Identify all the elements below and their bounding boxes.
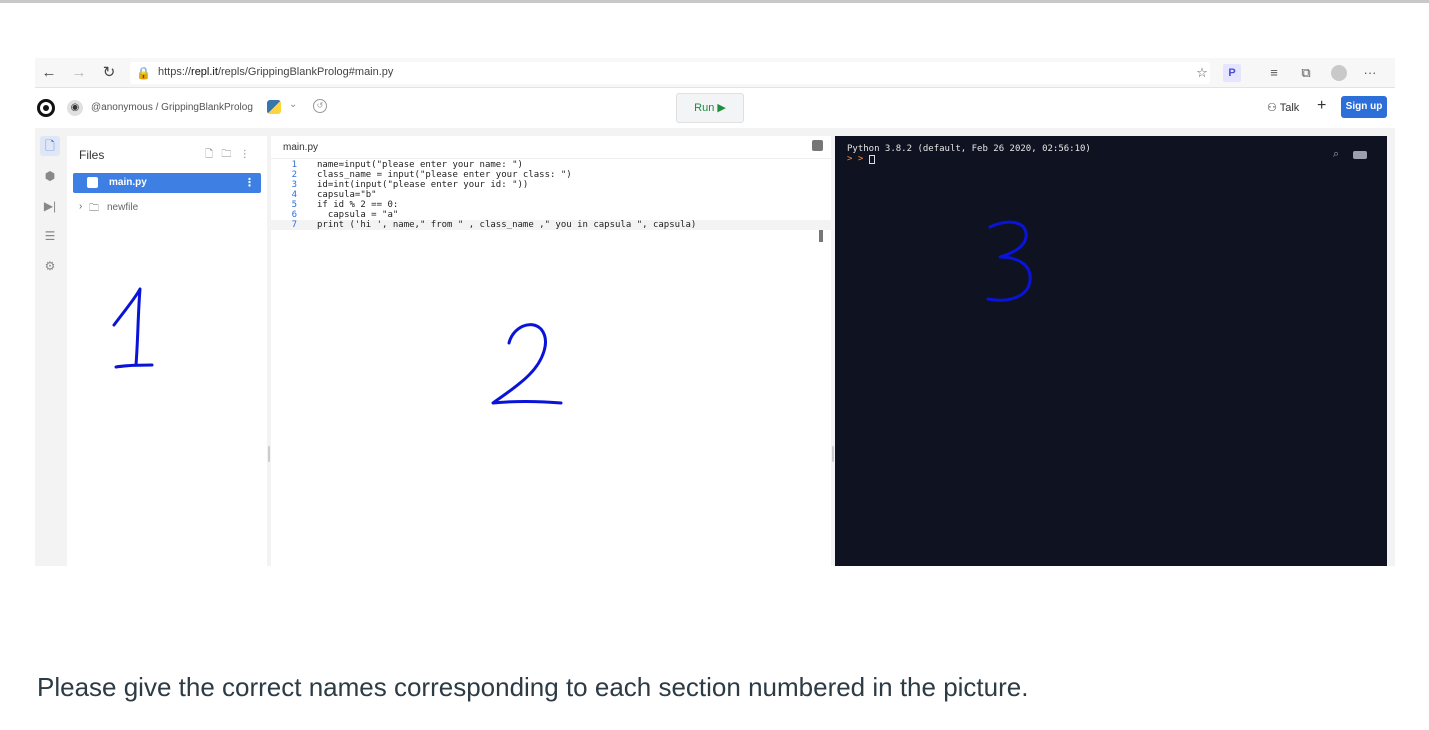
annotation-text-1: 1 — [100, 285, 101, 286]
chevron-down-icon[interactable]: ⌄ — [289, 99, 297, 110]
code-area[interactable]: 1 name=input("please enter your name: ") … — [271, 160, 831, 230]
file-item-main-py[interactable]: main.py ⋮ — [73, 173, 261, 193]
folder-name: newfile — [107, 202, 139, 213]
profile-badge-icon[interactable]: P — [1223, 64, 1241, 82]
files-actions: 🗋 🗀 ⋮ — [205, 147, 250, 164]
collections-icon[interactable]: ⧉ — [1297, 64, 1315, 82]
console-cursor[interactable] — [869, 155, 875, 164]
repl-screenshot: ← → ↻ 🔒 https://repl.it/repls/GrippingBl… — [35, 58, 1395, 566]
code-line[interactable]: 2 class_name = input("please enter your c… — [271, 170, 831, 180]
code-line[interactable]: 4 capsula="b" — [271, 190, 831, 200]
add-folder-icon[interactable]: 🗀 — [221, 149, 231, 160]
folder-icon: 🗀 — [89, 203, 99, 214]
code-line[interactable]: 3 id=int(input("please enter your id: ")) — [271, 180, 831, 190]
browser-profile-avatar[interactable] — [1331, 65, 1347, 81]
talk-button[interactable]: ⚇ Talk — [1267, 101, 1299, 114]
replit-logo-icon[interactable] — [37, 99, 55, 117]
files-panel: Files 🗋 🗀 ⋮ main.py ⋮ › 🗀 newfile — [67, 136, 267, 566]
people-icon: ⚇ — [1267, 102, 1280, 114]
sidebar-rail: 🗋 ⬢ ▶| ☰ ⚙ — [35, 128, 65, 566]
back-icon[interactable]: ← — [39, 63, 59, 83]
minimize-panel-icon[interactable] — [812, 140, 823, 151]
handwritten-number-1: 1 — [100, 285, 154, 369]
annotation-text-3: 3 — [980, 215, 981, 216]
files-editor-resize-handle[interactable] — [268, 446, 270, 462]
files-title: Files — [79, 148, 105, 162]
files-icon[interactable]: 🗋 — [40, 136, 60, 156]
file-menu-icon[interactable]: ⋮ — [244, 176, 255, 189]
console-prompt: > > — [847, 154, 864, 164]
repl-path[interactable]: @anonymous / GrippingBlankProlog — [91, 102, 253, 113]
reload-icon[interactable]: ↻ — [99, 63, 119, 83]
line-number: 4 — [291, 190, 297, 200]
code-text[interactable]: capsula="b" — [317, 190, 377, 200]
packages-icon[interactable]: ⬢ — [40, 166, 60, 186]
files-menu-icon[interactable]: ⋮ — [240, 149, 250, 160]
editor-scrollbar[interactable] — [819, 230, 823, 242]
console-panel[interactable]: Python 3.8.2 (default, Feb 26 2020, 02:5… — [835, 136, 1387, 566]
line-number: 1 — [291, 160, 297, 170]
code-text[interactable]: class_name = input("please enter your cl… — [317, 170, 572, 180]
handwritten-number-3: 3 — [980, 215, 1032, 302]
line-number: 3 — [291, 180, 297, 190]
repl-header: ◉ @anonymous / GrippingBlankProlog ⌄ ↺ R… — [35, 88, 1395, 128]
annotation-text-2: 2 — [485, 315, 486, 316]
file-name: main.py — [109, 177, 147, 188]
favorite-star-icon[interactable]: ☆ — [1193, 64, 1211, 82]
code-text[interactable]: print ('hi ', name," from " , class_name… — [317, 220, 696, 230]
run-button[interactable]: Run ▶ — [676, 93, 744, 123]
new-repl-button[interactable]: + — [1317, 97, 1326, 115]
user-avatar[interactable]: ◉ — [67, 100, 83, 116]
code-text[interactable]: if id % 2 == 0: — [317, 200, 398, 210]
code-line[interactable]: 6 capsula = "a" — [271, 210, 831, 220]
line-number: 5 — [291, 200, 297, 210]
code-text[interactable]: id=int(input("please enter your id: ")) — [317, 180, 528, 190]
python-language-icon — [267, 100, 281, 114]
workspace: 🗋 ⬢ ▶| ☰ ⚙ Files 🗋 🗀 ⋮ main.py ⋮ › 🗀 new… — [35, 128, 1395, 566]
line-number: 7 — [291, 220, 297, 230]
database-icon[interactable]: ☰ — [40, 226, 60, 246]
browser-toolbar: ← → ↻ 🔒 https://repl.it/repls/GrippingBl… — [35, 58, 1395, 88]
tab-main-py[interactable]: main.py — [277, 140, 325, 158]
forward-icon[interactable]: → — [69, 63, 89, 83]
code-line[interactable]: 1 name=input("please enter your name: ") — [271, 160, 831, 170]
search-icon[interactable]: ⌕ — [1333, 148, 1339, 161]
code-text[interactable]: capsula = "a" — [317, 210, 398, 220]
question-text: Please give the correct names correspond… — [37, 672, 1029, 702]
settings-gear-icon[interactable]: ⚙ — [40, 256, 60, 276]
history-icon[interactable]: ↺ — [313, 99, 327, 113]
url-text[interactable]: https://repl.it/repls/GrippingBlankProlo… — [158, 66, 393, 78]
lock-icon: 🔒 — [136, 66, 151, 80]
address-bar[interactable]: 🔒 https://repl.it/repls/GrippingBlankPro… — [130, 62, 1210, 84]
line-number: 6 — [291, 210, 297, 220]
code-line[interactable]: 5 if id % 2 == 0: — [271, 200, 831, 210]
signup-button[interactable]: Sign up — [1341, 96, 1387, 118]
handwritten-number-2: 2 — [485, 315, 563, 405]
favorites-list-icon[interactable]: ≡ — [1265, 64, 1283, 82]
chevron-right-icon[interactable]: › — [79, 201, 82, 212]
debugger-icon[interactable]: ▶| — [40, 196, 60, 216]
folder-item-newfile[interactable]: › 🗀 newfile — [73, 199, 261, 217]
tab-bar-divider — [271, 158, 831, 159]
line-number: 2 — [291, 170, 297, 180]
top-rule — [0, 0, 1429, 3]
clear-console-icon[interactable] — [1353, 151, 1367, 159]
browser-menu-icon[interactable]: ··· — [1361, 64, 1379, 82]
console-banner: Python 3.8.2 (default, Feb 26 2020, 02:5… — [847, 144, 1091, 154]
add-file-icon[interactable]: 🗋 — [205, 149, 213, 160]
code-line[interactable]: 7 print ('hi ', name," from " , class_nam… — [271, 220, 831, 230]
editor-console-resize-handle[interactable] — [832, 446, 834, 462]
code-text[interactable]: name=input("please enter your name: ") — [317, 160, 523, 170]
python-file-icon — [87, 177, 98, 188]
